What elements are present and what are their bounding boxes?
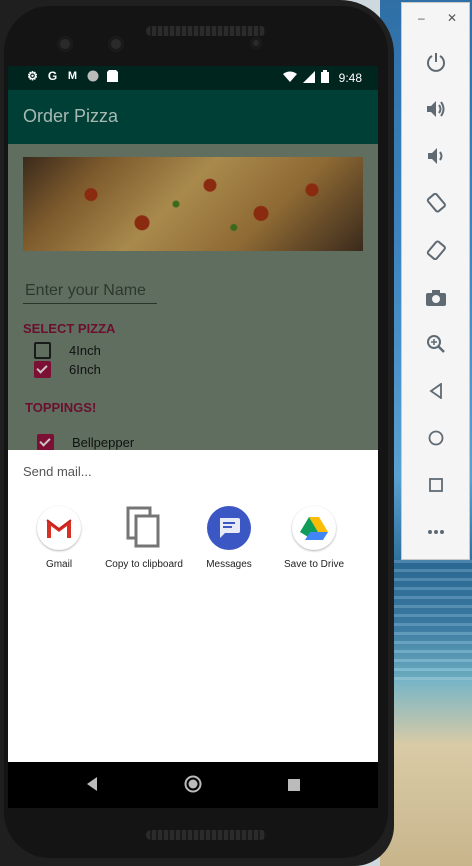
signal-icon [302, 70, 315, 86]
rotate-right-icon[interactable] [424, 238, 448, 262]
share-target-label: Copy to clipboard [105, 559, 183, 570]
drive-icon [292, 506, 336, 550]
share-sheet-title: Send mail... [23, 464, 92, 479]
gmail-icon: M [67, 70, 78, 82]
topping-label: Bellpepper [72, 435, 135, 450]
share-sheet: Send mail... Gmail Copy to clipboard Mes… [8, 450, 378, 762]
navigation-bar [8, 762, 378, 808]
panel-window-controls: – ✕ [402, 11, 469, 29]
share-target-drive[interactable]: Save to Drive [272, 506, 356, 570]
power-icon[interactable] [424, 50, 448, 74]
status-bar: ⚙ G M 9:48 [8, 66, 378, 90]
pizza-option-4inch[interactable]: 4Inch [34, 342, 101, 359]
toppings-heading: TOPPINGS! [25, 400, 97, 415]
wifi-icon [282, 71, 297, 86]
sd-card-icon [106, 70, 119, 83]
more-icon[interactable] [424, 520, 448, 544]
share-target-clipboard[interactable]: Copy to clipboard [102, 506, 186, 570]
share-target-gmail[interactable]: Gmail [17, 506, 101, 570]
bottom-speaker [146, 830, 266, 840]
copy-icon [122, 506, 166, 550]
recents-icon[interactable] [288, 778, 300, 796]
app-title: Order Pizza [23, 106, 119, 126]
topping-bellpepper[interactable]: Bellpepper [37, 434, 134, 451]
name-input[interactable] [23, 279, 157, 304]
battery-icon [320, 70, 329, 86]
home-icon[interactable] [184, 775, 202, 798]
back-icon[interactable] [85, 776, 99, 797]
gmail-icon [37, 506, 81, 550]
front-sensor-icon [108, 36, 124, 52]
pizza-option-label: 4Inch [69, 343, 101, 358]
camera-icon[interactable] [424, 285, 448, 309]
volume-down-icon[interactable] [424, 144, 448, 168]
top-speaker [146, 26, 266, 36]
app-toolbar: Order Pizza [8, 90, 378, 144]
home-icon[interactable] [424, 426, 448, 450]
volume-up-icon[interactable] [424, 97, 448, 121]
checkbox-bellpepper[interactable] [37, 434, 54, 451]
pizza-option-label: 6Inch [69, 362, 101, 377]
proximity-sensor-icon [250, 37, 262, 49]
messages-icon [207, 506, 251, 550]
phone-screen: ⚙ G M 9:48 Order Pizza SELECT PIZZA 4I [8, 66, 378, 808]
app-content: SELECT PIZZA 4Inch 6Inch TOPPINGS! Bellp… [8, 144, 378, 451]
share-target-label: Gmail [45, 559, 73, 570]
checkbox-4inch[interactable] [34, 342, 51, 359]
select-pizza-heading: SELECT PIZZA [23, 321, 116, 336]
zoom-icon[interactable] [424, 332, 448, 356]
share-target-messages[interactable]: Messages [187, 506, 271, 570]
pizza-option-6inch[interactable]: 6Inch [34, 361, 101, 378]
overview-icon[interactable] [424, 473, 448, 497]
checkbox-6inch[interactable] [34, 361, 51, 378]
minimize-icon[interactable]: – [418, 11, 425, 25]
share-target-label: Save to Drive [283, 559, 345, 570]
close-icon[interactable]: ✕ [447, 11, 457, 25]
back-icon[interactable] [424, 379, 448, 403]
share-target-label: Messages [206, 559, 252, 570]
google-icon: G [47, 69, 58, 83]
phone-frame: ⚙ G M 9:48 Order Pizza SELECT PIZZA 4I [0, 0, 394, 866]
pizza-image [23, 157, 363, 251]
front-camera-icon [57, 36, 73, 52]
circle-icon [86, 70, 99, 83]
rotate-left-icon[interactable] [424, 191, 448, 215]
emulator-panel: – ✕ [401, 2, 470, 560]
clock: 9:48 [338, 71, 362, 85]
settings-icon: ⚙ [27, 69, 38, 83]
